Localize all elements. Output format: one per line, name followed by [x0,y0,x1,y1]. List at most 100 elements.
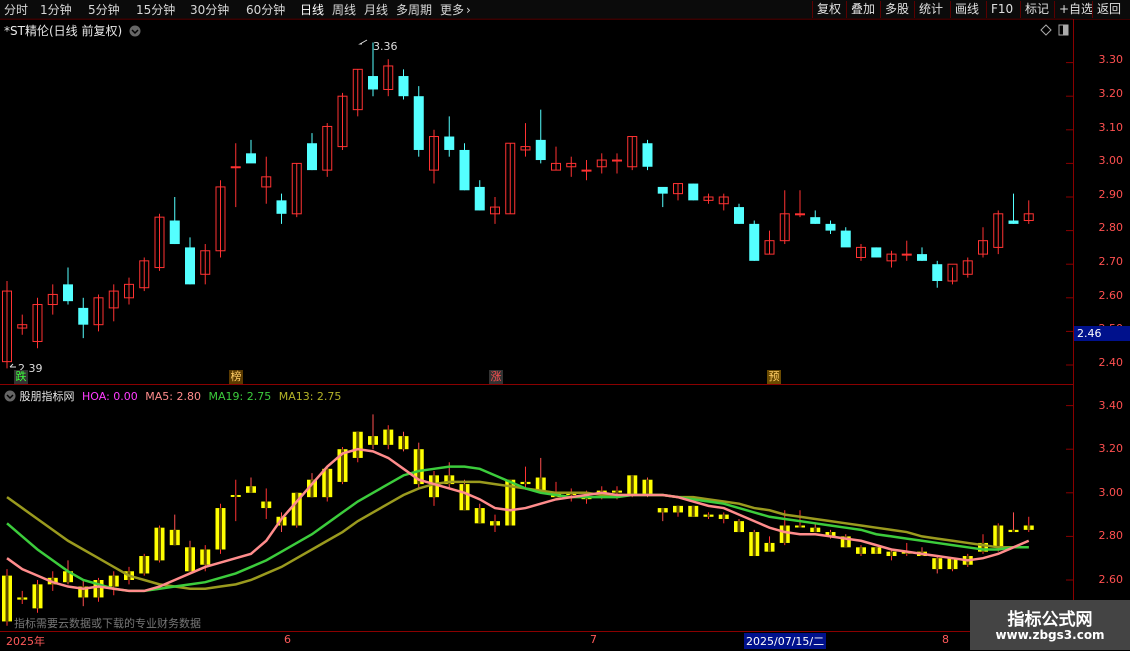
candle-body [840,230,851,248]
indicator-bar-core [1012,529,1015,533]
indicator-bar-core [386,429,390,445]
candle-body [688,183,699,201]
y-tick: 3.30 [1098,53,1124,66]
candle-body [78,307,89,325]
back-button[interactable]: 返回 [1092,1,1125,18]
y-tick: 2.60 [1098,289,1124,302]
indicator-bar-core [676,505,680,513]
indicator-bar-core [722,514,726,519]
indicator-bar-core [951,558,954,570]
indicator-bar-core [432,475,436,498]
y-tick: 2.40 [1098,356,1124,369]
indicator-bar-core [539,477,543,491]
candle-body [810,217,821,224]
current-price-box: 2.46 [1074,326,1130,341]
y-tick: 2.90 [1098,188,1124,201]
candle-body [185,247,195,285]
watermark-url: www.zbgs3.com [995,628,1105,642]
indicator-bar-core [36,584,39,609]
indicator-bar-core [264,501,268,509]
indicator-bar-core [203,549,207,565]
indicator-bar-core [478,508,482,524]
indicator-bar-core [615,490,619,493]
indicator-bar-core [158,527,161,561]
event-marker-forecast[interactable]: 预 [767,370,781,384]
indicator-bar-core [219,508,222,550]
watermark: 指标公式网 www.zbgs3.com [970,600,1130,650]
candle-body [246,153,256,164]
indicator-bar-core [691,505,695,517]
indicator-header: 股朋指标网 HOA: 0.00 MA5: 2.80 MA19: 2.75 MA1… [4,388,341,404]
indicator-bar-core [402,436,405,450]
candle-body [642,143,653,167]
candle-body [825,223,836,231]
date-label: 7 [590,633,597,646]
indicator-bar-core [188,547,192,572]
indicator-bar-core [97,580,100,598]
candle-body [413,96,424,150]
ma19-value: MA19: 2.75 [208,390,272,403]
indicator-bar-core [463,484,466,511]
cursor-date-label: 2025/07/15/二 [744,633,827,649]
date-axis: 2025年 6 7 2025/07/15/二 8 [0,631,1073,651]
candle-body [734,207,744,224]
event-marker-rise[interactable]: 涨 [489,370,503,384]
date-label: 2025年 [6,635,45,648]
indicator-bar-core [249,486,253,493]
indicator-bar-core [325,468,329,498]
candle-body [169,220,180,245]
indicator-bar-core [173,529,177,546]
indicator-bar-core [1027,525,1031,530]
kline-chart[interactable]: 3.36 2.39 [0,0,1073,631]
date-label: 8 [942,633,949,646]
chevron-down-icon[interactable] [4,390,16,402]
event-marker-rank[interactable]: 榜 [229,370,243,384]
candle-body [901,253,912,256]
candle-body [581,169,592,172]
indicator-bar-core [142,556,146,574]
candle-body [63,284,73,302]
candle-body [932,264,943,281]
date-label: 6 [284,633,291,646]
candle-body [612,159,622,162]
indicator-bar-core [798,525,802,528]
panel-divider [0,384,1073,385]
indicator-bar-core [295,492,299,526]
indicator-bar-core [630,475,634,495]
candle-body [276,200,287,214]
ma13-value: MA13: 2.75 [278,390,342,403]
candle-body [474,186,485,211]
indicator-y-tick: 2.80 [1098,529,1124,542]
indicator-name: 股朋指标网 [19,390,75,403]
indicator-bar-core [646,479,649,495]
indicator-note: 指标需要云数据或下载的专业财务数据 [14,617,201,630]
indicator-bar-core [707,514,710,517]
indicator-y-tick: 2.60 [1098,573,1124,586]
svg-text:3.36: 3.36 [373,40,398,53]
indicator-bar-core [20,597,24,600]
hoa-value: HOA: 0.00 [82,390,138,403]
indicator-bar-core [935,558,939,570]
candle-body [230,166,241,169]
price-axis: 3.30 3.20 3.10 3.00 2.90 2.80 2.70 2.60 … [1073,19,1130,631]
indicator-y-tick: 3.20 [1098,442,1124,455]
ma5-value: MA5: 2.80 [145,390,201,403]
indicator-bar-core [112,575,116,587]
indicator-bar-core [996,525,1000,548]
indicator-bar-core [5,575,9,622]
indicator-y-tick: 3.00 [1098,486,1124,499]
y-tick: 3.00 [1098,154,1124,167]
indicator-bar-core [524,481,527,485]
indicator-bar-core [234,494,238,497]
candle-body [368,76,378,90]
event-marker-fall[interactable]: 跌 [14,370,28,384]
indicator-y-tick: 3.40 [1098,399,1124,412]
y-tick: 3.10 [1098,121,1124,134]
indicator-bar-core [768,542,771,552]
indicator-bar-core [813,527,817,533]
indicator-bar-core [874,547,878,554]
watermark-title: 指标公式网 [1007,610,1093,630]
indicator-bar-core [859,547,863,554]
y-tick: 2.80 [1098,221,1124,234]
candle-body [307,143,317,171]
